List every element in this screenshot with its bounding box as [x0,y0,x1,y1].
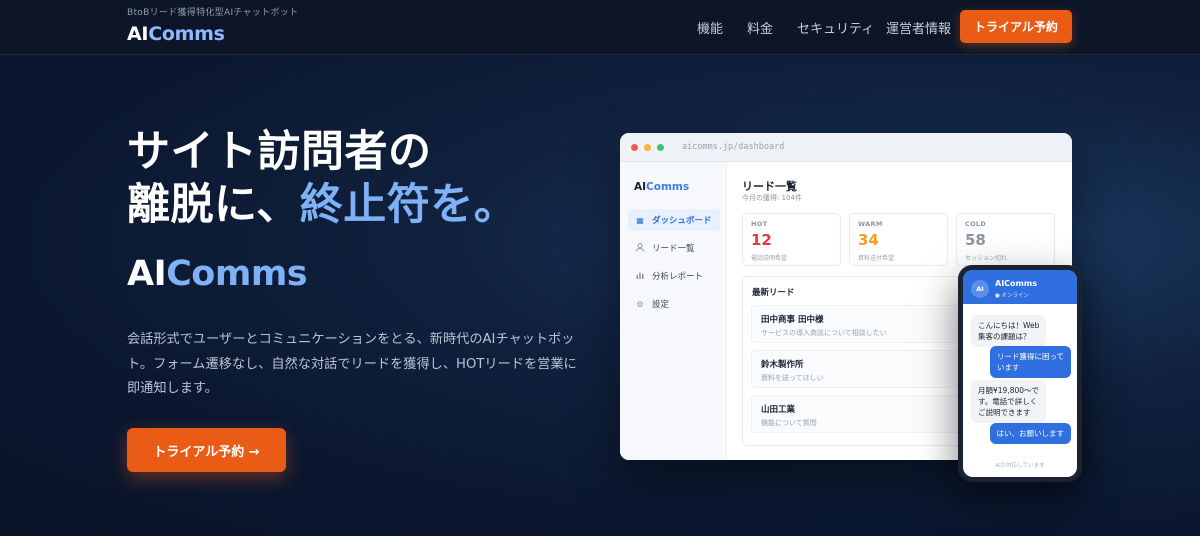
nav-item-features[interactable]: 機能 [697,18,723,37]
grid-icon: ▦ [636,215,644,225]
chat-line: 月額¥19,800〜で [978,386,1040,395]
logo-text-ai: AI [127,23,149,45]
hero-title-line1: サイト訪問者の [127,127,432,177]
chat-line: す。電話で詳しく [978,397,1038,406]
chat-line: ご説明できます [978,408,1031,417]
window-minimize-dot [644,144,651,151]
dashboard-logo-comms: Comms [646,181,690,193]
stat-card-cold: COLD 58 セッション切れ [956,213,1055,266]
site-header: BtoBリード獲得特化型AIチャットボット AIComms 機能 料金 セキュリ… [0,0,1200,55]
chat-bubble-user: リード獲得に困って います [989,346,1071,378]
stat-value: 34 [858,231,879,249]
stat-card-hot: HOT 12 電話説明希望 [742,213,841,266]
sidebar-item-label: ダッシュボード [652,216,712,226]
sidebar-item-label: 分析レポート [652,272,704,282]
chat-line: 集客の課題は？ [978,332,1031,341]
lead-name: 田中商事 田中様 [761,315,824,325]
stat-label: COLD [965,220,987,228]
stat-note: 電話説明希望 [751,255,788,262]
dashboard-logo-ai: AI [634,181,647,193]
phone-chat-mockup: AI AIComms ● オンライン こんにちは！Web 集客の課題は？ リード… [958,265,1082,482]
site-logo[interactable]: AIComms [127,23,225,45]
chat-line: はい、お願いします [996,429,1065,438]
hero-brand-comms: Comms [166,254,308,294]
dashboard-logo: AIComms [634,181,689,193]
person-icon [635,242,645,254]
gear-icon: ⚙ [636,299,644,309]
stat-value: 58 [965,231,986,249]
dashboard-title: リード一覧 [742,180,797,193]
hero-title-highlight: 終止符を。 [299,180,518,230]
brand-tagline: BtoBリード獲得特化型AIチャットボット [127,8,299,18]
nav-item-operator-info[interactable]: 運営者情報 [886,18,951,37]
sidebar-item-dashboard: ▦ ダッシュボード [628,209,720,231]
sidebar-item-settings: ⚙ 設定 [628,293,720,315]
hero-description: 会話形式でユーザーとコミュニケーションをとる、新時代のAIチャットボット。フォー… [127,332,577,396]
lead-name: 鈴木製作所 [761,360,804,370]
stat-note: セッション切れ [965,255,1008,262]
nav-item-security[interactable]: セキュリティ [797,18,874,37]
stat-note: 資料送付希望 [858,255,895,262]
window-maximize-dot [657,144,664,151]
sidebar-item-leads: リード一覧 [628,237,720,259]
chat-bot-name: AIComms [995,279,1037,288]
lead-message: サービスの導入商談について相談したい [761,329,887,337]
hero-brand-ai: AI [127,254,167,294]
browser-toolbar: aicomms.jp/dashboard [620,133,1072,162]
chat-header: AI AIComms ● オンライン [963,270,1077,304]
trial-booking-button-hero[interactable]: トライアル予約 → [127,428,286,472]
hero-title-line2a: 離脱に、 [127,180,300,230]
hero-title: サイト訪問者の 離脱に、終止符を。 [127,126,517,232]
chat-bubble-user: はい、お願いします [989,423,1071,444]
sidebar-item-label: 設定 [652,300,670,310]
sidebar-item-label: リード一覧 [652,244,695,254]
lead-name: 山田工業 [761,405,796,415]
chat-bubble-bot: こんにちは！Web 集客の課題は？ [971,315,1047,347]
lead-row: 田中商事 田中様 サービスの導入商談について相談したい [751,305,981,343]
chat-line: リード獲得に困って [996,352,1064,361]
stat-card-warm: WARM 34 資料送付希望 [849,213,948,266]
chat-status: ● オンライン [995,293,1030,299]
lead-row: 山田工業 機能について質問 [751,395,981,433]
hero-brand-name: AIComms [127,254,308,294]
lead-message: 資料を送ってほしい [761,374,824,382]
lead-row: 鈴木製作所 資料を送ってほしい [751,350,981,388]
dashboard-sidebar: AIComms ▦ ダッシュボード リード一覧 分析レポート ⚙ 設定 [620,162,727,460]
phone-screen: AI AIComms ● オンライン こんにちは！Web 集客の課題は？ リード… [963,270,1077,477]
stat-label: HOT [751,220,768,228]
latest-leads-heading: 最新リード [752,288,795,298]
chat-line: こんにちは！Web [978,321,1040,330]
logo-text-comms: Comms [148,23,225,45]
lead-message: 機能について質問 [761,419,817,427]
sidebar-item-reports: 分析レポート [628,265,720,287]
dashboard-subtitle: 今月の獲得: 104件 [742,194,802,202]
chart-icon [635,271,645,281]
browser-url: aicomms.jp/dashboard [682,142,785,152]
chat-line: います [996,363,1020,372]
stat-value: 12 [751,231,772,249]
avatar: AI [971,280,989,298]
nav-item-pricing[interactable]: 料金 [747,18,773,37]
trial-booking-button-header[interactable]: トライアル予約 [960,10,1072,43]
chat-bubble-bot: 月額¥19,800〜で す。電話で詳しく ご説明できます [971,380,1047,423]
chat-footer: AIが対応しています [995,463,1045,469]
stat-label: WARM [858,220,883,228]
window-close-dot [631,144,638,151]
